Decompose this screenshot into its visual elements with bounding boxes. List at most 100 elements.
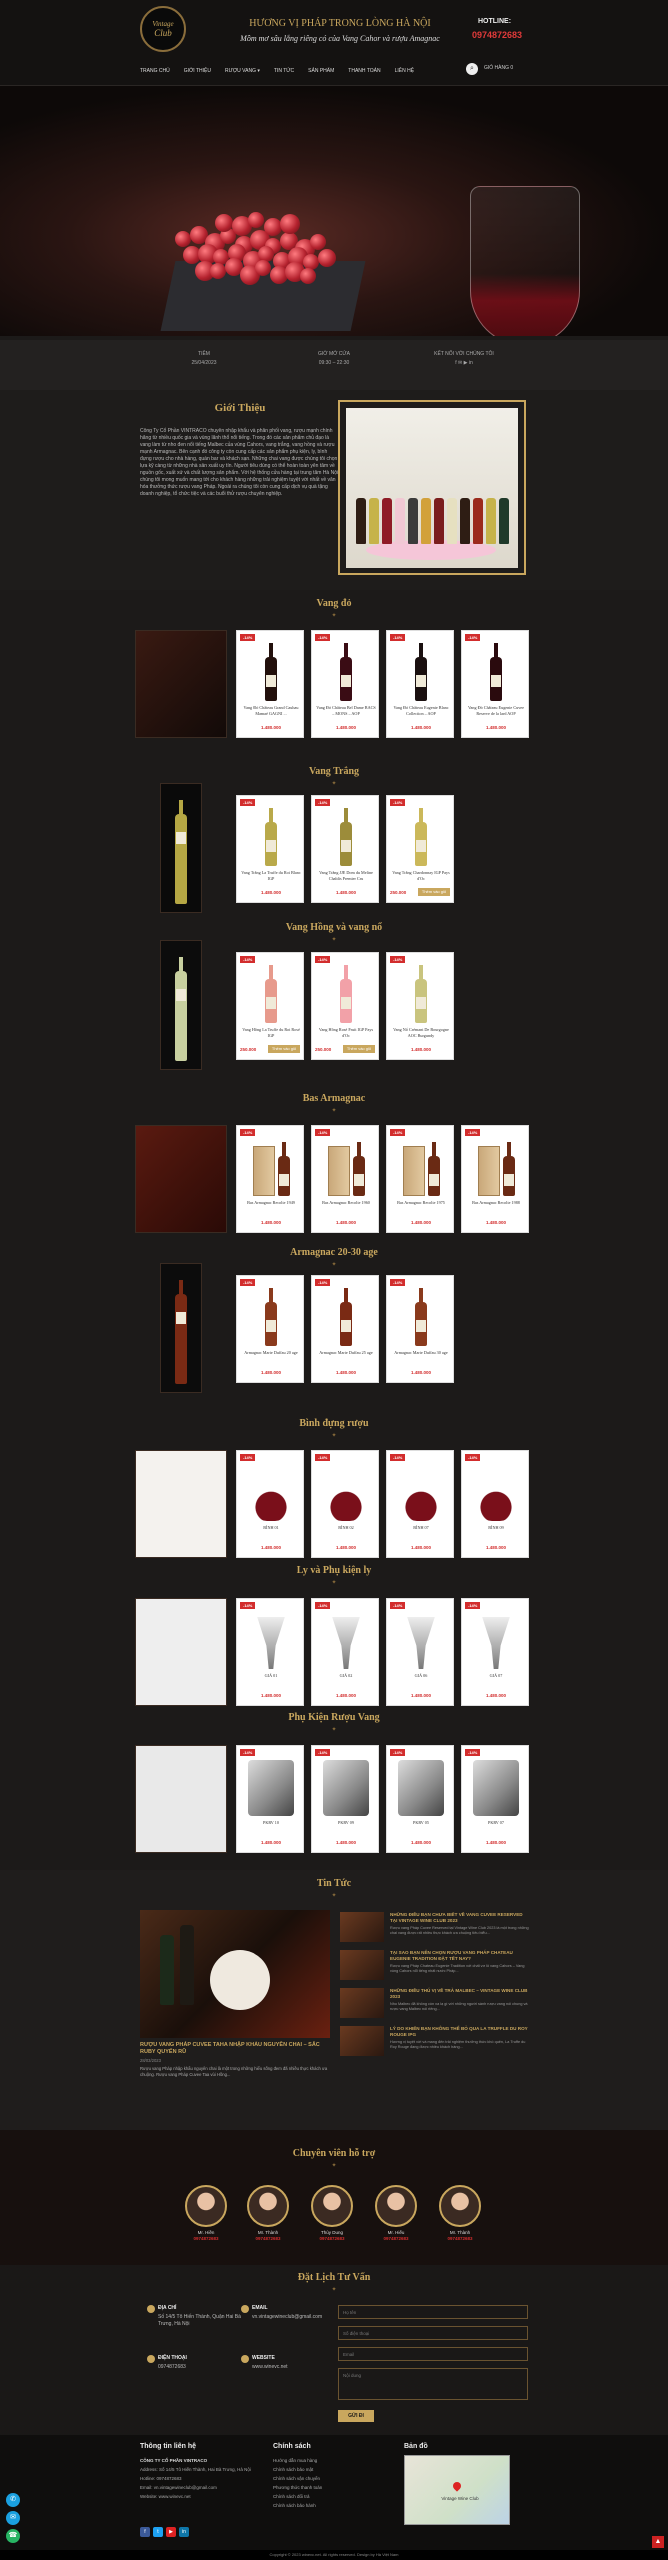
product-card[interactable]: -14% Vang Hồng Rosé Fruit IGP Pays d'Oc 25… bbox=[311, 952, 379, 1060]
add-to-cart-button[interactable]: Thêm vào giỏ bbox=[418, 888, 450, 896]
product-name[interactable]: PKRV 09 bbox=[315, 1820, 377, 1826]
product-image[interactable] bbox=[468, 637, 524, 701]
product-name[interactable]: Bas Armagnac Recolte 1960 bbox=[315, 1200, 377, 1206]
product-image[interactable] bbox=[243, 1605, 299, 1669]
news-item-title[interactable]: LÝ DO KHIẾN BẠN KHÔNG THỂ BỎ QUA LA TRUF… bbox=[390, 2026, 530, 2038]
product-card[interactable]: -14% BÌNH 07 1.480.000 bbox=[386, 1450, 454, 1558]
product-card[interactable]: -14% Vang Trắng La Truffe du Roi Blanc IG… bbox=[236, 795, 304, 903]
hotline-number[interactable]: 0974872683 bbox=[472, 30, 552, 40]
product-name[interactable]: Vang Hồng Rosé Fruit IGP Pays d'Oc bbox=[315, 1027, 377, 1038]
news-thumbnail[interactable] bbox=[340, 1988, 384, 2018]
footer-policy-link[interactable]: Chính sách bảo mật bbox=[273, 2465, 383, 2474]
news-featured-title[interactable]: RƯỢU VANG PHÁP CUVEE TAHA NHẬP KHẨU NGUY… bbox=[140, 2042, 330, 2056]
product-name[interactable]: Vang Đỏ Château Eugenie Blanc Collection… bbox=[390, 705, 452, 716]
product-name[interactable]: Vang Đỏ Château Grand Cauhau Mamaé GAGNI… bbox=[240, 705, 302, 716]
product-name[interactable]: PKRV 07 bbox=[465, 1820, 527, 1826]
product-image[interactable] bbox=[393, 1457, 449, 1521]
footer-policy-link[interactable]: Chính sách vận chuyển bbox=[273, 2474, 383, 2483]
product-image[interactable] bbox=[318, 1282, 374, 1346]
nav-item-news[interactable]: TIN TỨC bbox=[274, 68, 294, 74]
product-image[interactable] bbox=[243, 1752, 299, 1816]
nav-item-about[interactable]: GIỚI THIỆU bbox=[184, 68, 211, 74]
booking-submit-button[interactable]: GỬI ĐI bbox=[338, 2410, 374, 2422]
product-image[interactable] bbox=[393, 1605, 449, 1669]
product-name[interactable]: Vang Đỏ Château Bel Dame BACS – MONS – A… bbox=[315, 705, 377, 716]
site-logo[interactable]: Vintage Club bbox=[140, 6, 186, 52]
product-card[interactable]: -14% BÌNH 09 1.480.000 bbox=[461, 1450, 529, 1558]
product-name[interactable]: BÌNH 01 bbox=[240, 1525, 302, 1531]
news-item-title[interactable]: NHỮNG ĐIỀU BẠN CHƯA BIẾT VỀ VANG CUVEE R… bbox=[390, 1912, 530, 1924]
news-item-title[interactable]: TẠI SAO BẠN NÊN CHỌN RƯỢU VANG PHÁP CHAT… bbox=[390, 1950, 530, 1962]
news-item[interactable]: LÝ DO KHIẾN BẠN KHÔNG THỂ BỎ QUA LA TRUF… bbox=[340, 2026, 530, 2062]
news-item-title[interactable]: NHỮNG ĐIỀU THÚ VỊ VỀ TRÀ MALBEC – VINTAG… bbox=[390, 1988, 530, 2000]
product-name[interactable]: Armagnac Marie Duffau 30 age bbox=[390, 1350, 452, 1356]
product-image[interactable] bbox=[318, 637, 374, 701]
product-image[interactable] bbox=[243, 959, 299, 1023]
product-card[interactable]: -14% Bas Armagnac Recolte 1988 1.480.000 bbox=[461, 1125, 529, 1233]
product-card[interactable]: -14% Vang Trắng JJE Dom du Meline Chablis… bbox=[311, 795, 379, 903]
product-name[interactable]: Vang Trắng Chardonnay IGP Pays d'Oc bbox=[390, 870, 452, 881]
expert-card[interactable]: Mr. Hiền 0974872683 bbox=[185, 2185, 227, 2241]
location-map[interactable]: Vintage Wine Club bbox=[404, 2455, 510, 2525]
nav-item-wine[interactable]: RƯỢU VANG ▾ bbox=[225, 68, 260, 74]
product-card[interactable]: -14% PKRV 10 1.480.000 bbox=[236, 1745, 304, 1853]
product-name[interactable]: Vang Nổ Crémant De Bourgogne AOC Burgund… bbox=[390, 1027, 452, 1038]
product-card[interactable]: -14% Vang Đỏ Château Grand Cauhau Mamaé G… bbox=[236, 630, 304, 738]
contact-phone-value[interactable]: 0974872683 bbox=[158, 2364, 248, 2371]
expert-phone[interactable]: 0974872683 bbox=[185, 2236, 227, 2241]
booking-message-field[interactable]: Nội dung bbox=[338, 2368, 528, 2400]
product-name[interactable]: PKRV 05 bbox=[390, 1820, 452, 1826]
product-card[interactable]: -14% Vang Hồng La Truffe du Roi Rosé IGP 2… bbox=[236, 952, 304, 1060]
contact-website-value[interactable]: www.winevc.net bbox=[252, 2364, 342, 2371]
product-name[interactable]: Vang Trắng La Truffe du Roi Blanc IGP bbox=[240, 870, 302, 881]
product-name[interactable]: Bas Armagnac Recolte 1975 bbox=[390, 1200, 452, 1206]
nav-item-payment[interactable]: THANH TOÁN bbox=[348, 68, 380, 74]
product-image[interactable] bbox=[318, 1132, 374, 1196]
product-card[interactable]: -14% PKRV 09 1.480.000 bbox=[311, 1745, 379, 1853]
footer-policy-link[interactable]: Phương thức thanh toán bbox=[273, 2483, 383, 2492]
news-item[interactable]: NHỮNG ĐIỀU THÚ VỊ VỀ TRÀ MALBEC – VINTAG… bbox=[340, 1988, 530, 2024]
add-to-cart-button[interactable]: Thêm vào giỏ bbox=[343, 1045, 375, 1053]
product-card[interactable]: -14% Armagnac Marie Duffau 30 age 1.480.00… bbox=[386, 1275, 454, 1383]
product-name[interactable]: GIÁ 02 bbox=[315, 1673, 377, 1679]
product-name[interactable]: BÌNH 07 bbox=[390, 1525, 452, 1531]
product-name[interactable]: Vang Đỏ Château Eugenie Cuvee Reserve de… bbox=[465, 705, 527, 716]
product-card[interactable]: -14% GIÁ 07 1.480.000 bbox=[461, 1598, 529, 1706]
expert-phone[interactable]: 0974872683 bbox=[439, 2236, 481, 2241]
nav-item-contact[interactable]: LIÊN HỆ bbox=[395, 68, 414, 74]
product-image[interactable] bbox=[243, 1132, 299, 1196]
product-card[interactable]: -14% Armagnac Marie Duffau 25 age 1.480.00… bbox=[311, 1275, 379, 1383]
product-image[interactable] bbox=[243, 802, 299, 866]
linkedin-icon[interactable]: in bbox=[179, 2527, 189, 2537]
product-name[interactable]: PKRV 10 bbox=[240, 1820, 302, 1826]
expert-phone[interactable]: 0974872683 bbox=[247, 2236, 289, 2241]
product-name[interactable]: BÌNH 09 bbox=[465, 1525, 527, 1531]
product-name[interactable]: GIÁ 01 bbox=[240, 1673, 302, 1679]
product-card[interactable]: -14% PKRV 05 1.480.000 bbox=[386, 1745, 454, 1853]
facebook-icon[interactable]: f bbox=[140, 2527, 150, 2537]
product-card[interactable]: -14% Armagnac Marie Duffau 20 age 1.480.00… bbox=[236, 1275, 304, 1383]
footer-email[interactable]: Email: vn.vintagewineclub@gmail.com bbox=[140, 2483, 260, 2492]
product-image[interactable] bbox=[243, 1282, 299, 1346]
footer-policy-link[interactable]: Hướng dẫn mua hàng bbox=[273, 2456, 383, 2465]
product-card[interactable]: -14% BÌNH 02 1.480.000 bbox=[311, 1450, 379, 1558]
product-card[interactable]: -14% BÌNH 01 1.480.000 bbox=[236, 1450, 304, 1558]
expert-phone[interactable]: 0974872683 bbox=[375, 2236, 417, 2241]
news-item[interactable]: NHỮNG ĐIỀU BẠN CHƯA BIẾT VỀ VANG CUVEE R… bbox=[340, 1912, 530, 1948]
product-image[interactable] bbox=[468, 1132, 524, 1196]
product-name[interactable]: Armagnac Marie Duffau 20 age bbox=[240, 1350, 302, 1356]
expert-card[interactable]: Thùy Dung 0974872683 bbox=[311, 2185, 353, 2241]
expert-phone[interactable]: 0974872683 bbox=[311, 2236, 353, 2241]
product-card[interactable]: -14% Bas Armagnac Recolte 1975 1.480.000 bbox=[386, 1125, 454, 1233]
product-image[interactable] bbox=[318, 959, 374, 1023]
product-card[interactable]: -14% Vang Đỏ Château Eugenie Cuvee Reserv… bbox=[461, 630, 529, 738]
twitter-icon[interactable]: t bbox=[153, 2527, 163, 2537]
info-social-icons[interactable]: f ✉ ▶ in bbox=[404, 359, 524, 368]
product-card[interactable]: -14% Vang Đỏ Château Bel Dame BACS – MONS… bbox=[311, 630, 379, 738]
product-image[interactable] bbox=[243, 637, 299, 701]
news-thumbnail[interactable] bbox=[340, 2026, 384, 2056]
product-image[interactable] bbox=[318, 1752, 374, 1816]
expert-card[interactable]: Mr. Hiếu 0974872683 bbox=[375, 2185, 417, 2241]
footer-hotline[interactable]: Hotline: 0974872683 bbox=[140, 2474, 260, 2483]
news-featured-image[interactable] bbox=[140, 1910, 330, 2038]
